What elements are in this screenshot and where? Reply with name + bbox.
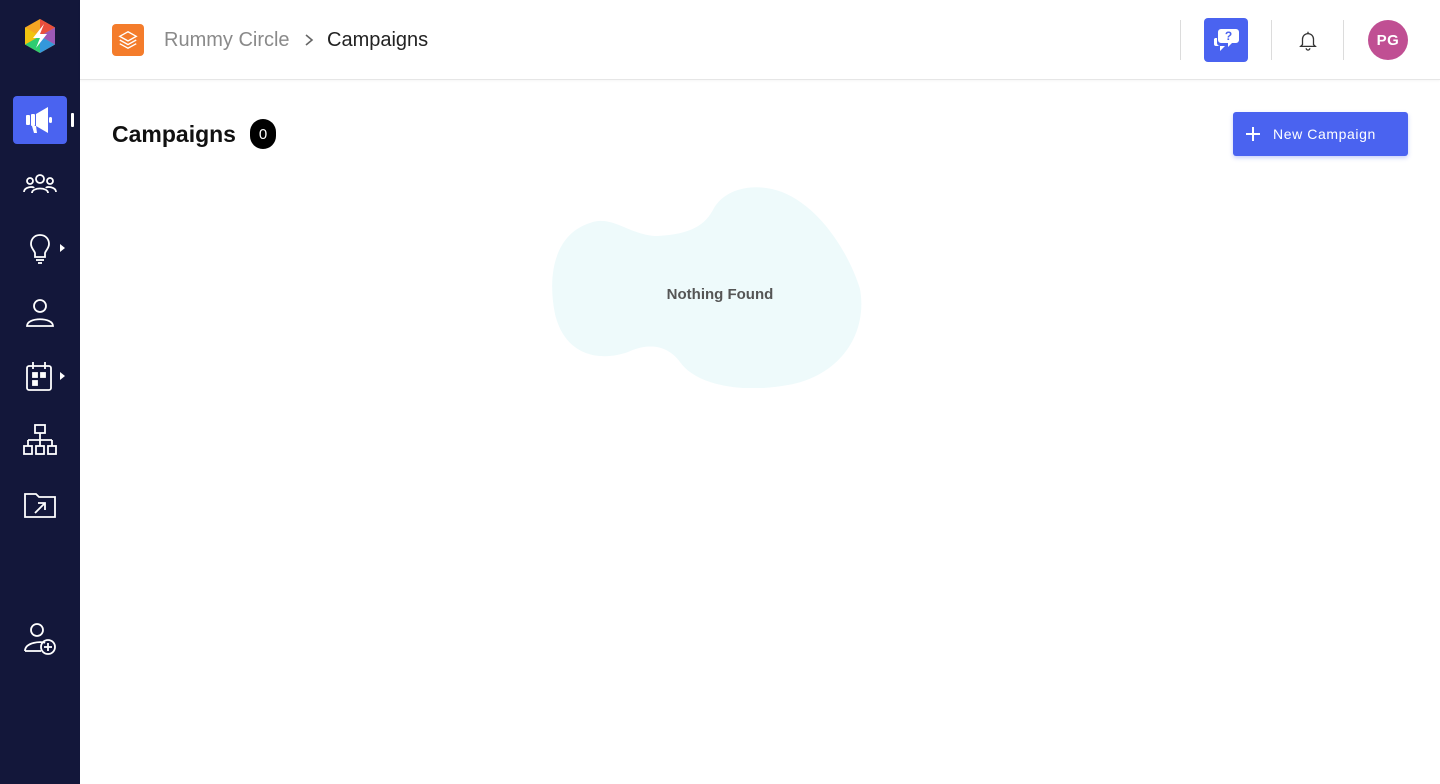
add-user-icon [24,623,56,655]
sidebar-item-invite-user[interactable] [13,614,67,662]
folder-export-icon [24,493,56,518]
header-divider [1271,20,1272,60]
sidebar-item-audiences[interactable] [13,160,67,208]
users-group-icon [23,174,57,194]
notifications-button[interactable] [1294,26,1322,54]
chevron-right-icon [305,34,314,46]
sidebar [0,0,80,784]
bell-icon [1299,31,1317,51]
empty-state-text: Nothing Found [666,286,774,303]
sidebar-item-exports[interactable] [13,480,67,528]
active-indicator [71,113,74,127]
submenu-caret-icon [60,244,65,252]
megaphone-icon [26,107,52,133]
lightbulb-icon [30,234,50,264]
help-chat-icon: ? [1214,29,1239,51]
breadcrumb-app-name[interactable]: Rummy Circle [164,29,290,51]
app-layers-icon[interactable] [112,24,144,56]
campaign-count-badge: 0 [250,119,276,149]
svg-text:?: ? [1225,29,1232,43]
user-avatar[interactable]: PG [1368,20,1408,60]
sidebar-item-insights[interactable] [13,224,67,272]
breadcrumb-page-name: Campaigns [327,29,429,51]
brand-logo-icon[interactable] [22,18,58,54]
new-campaign-button[interactable]: New Campaign [1233,112,1408,156]
sidebar-item-campaigns[interactable] [13,96,67,144]
calendar-icon [26,362,52,391]
header-divider [1180,20,1181,60]
hierarchy-icon [23,424,57,455]
help-chat-button[interactable]: ? [1204,18,1248,62]
page-title: Campaigns [112,121,236,147]
submenu-caret-icon [60,372,65,380]
sidebar-item-journeys[interactable] [13,416,67,464]
top-header: Rummy Circle Campaigns ? PG [80,0,1440,80]
sidebar-item-profile[interactable] [13,288,67,336]
sidebar-item-calendar[interactable] [13,352,67,400]
header-divider [1343,20,1344,60]
new-campaign-label: New Campaign [1273,126,1376,142]
plus-icon [1246,127,1260,141]
user-icon [26,299,54,327]
